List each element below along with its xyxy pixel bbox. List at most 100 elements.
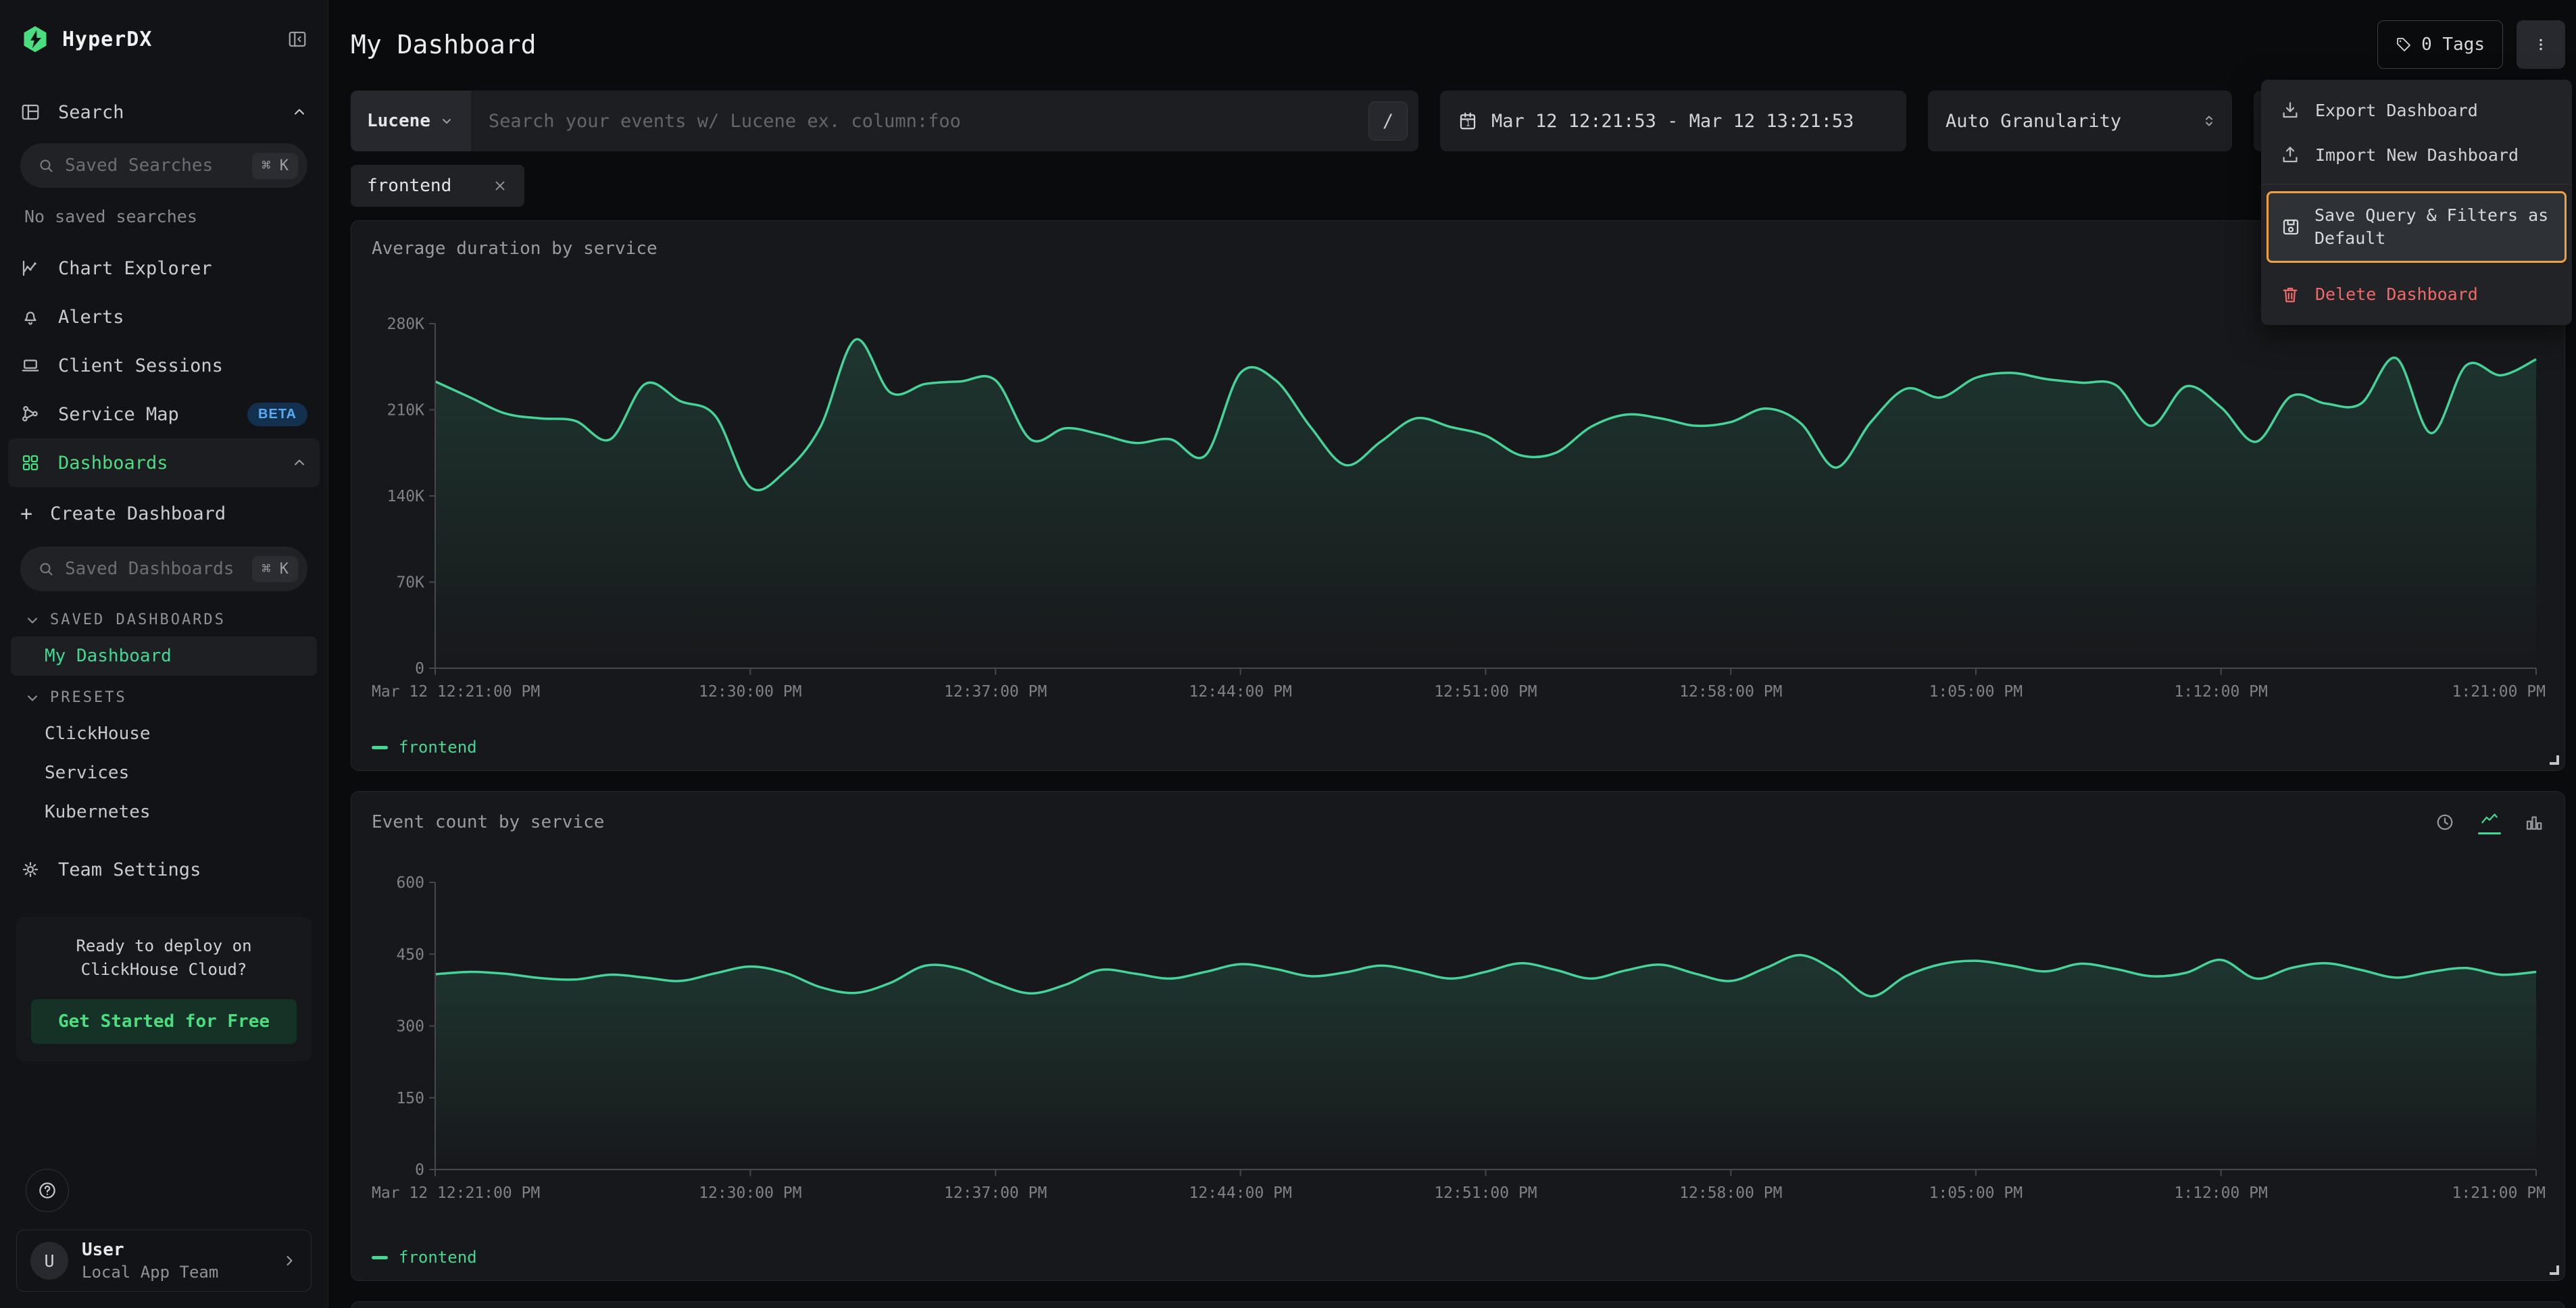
shortcut-badge: ⌘ K [252, 556, 298, 582]
svg-text:Mar 12 12:21:00 PM: Mar 12 12:21:00 PM [372, 683, 540, 701]
menu-item-import-dashboard[interactable]: Import New Dashboard [2261, 132, 2572, 177]
sidebar-item-label: Dashboards [58, 453, 274, 474]
menu-item-label: Delete Dashboard [2315, 284, 2478, 304]
active-filters-row: frontend [351, 165, 2565, 207]
svg-text:150: 150 [396, 1090, 424, 1107]
legend-swatch [372, 746, 388, 749]
svg-text:12:44:00 PM: 12:44:00 PM [1189, 1184, 1292, 1202]
sidebar-collapse-button[interactable] [287, 29, 307, 49]
time-range-icon-button[interactable] [2435, 812, 2455, 832]
line-chart-toggle-button[interactable] [2478, 809, 2501, 834]
event-search-input[interactable]: Search your events w/ Lucene ex. column:… [471, 111, 1368, 132]
clickhouse-promo-card: Ready to deploy on ClickHouse Cloud? Get… [16, 917, 312, 1061]
query-language-label: Lucene [367, 111, 430, 131]
kebab-icon [2533, 36, 2549, 53]
panel-resize-handle[interactable] [2550, 755, 2559, 765]
tags-button[interactable]: 0 Tags [2377, 20, 2503, 69]
filter-chip-frontend[interactable]: frontend [351, 165, 524, 207]
legend-label: frontend [399, 738, 477, 757]
promo-text: Ready to deploy on ClickHouse Cloud? [31, 934, 297, 982]
svg-text:210K: 210K [387, 402, 425, 420]
calendar-icon: 1 [1458, 111, 1478, 131]
svg-text:70K: 70K [396, 574, 424, 592]
search-icon [38, 561, 54, 577]
sidebar-item-search[interactable]: Search [0, 88, 328, 136]
user-name: User [82, 1240, 268, 1260]
chip-label: frontend [367, 176, 451, 196]
preset-item-services[interactable]: Services [0, 753, 328, 793]
svg-text:12:37:00 PM: 12:37:00 PM [944, 683, 1047, 701]
page-title: My Dashboard [351, 30, 2377, 59]
query-language-select[interactable]: Lucene [351, 91, 471, 151]
sidebar: HyperDX Search Saved Searches ⌘ K No sav… [0, 0, 328, 1308]
preset-item-kubernetes[interactable]: Kubernetes [0, 793, 328, 832]
gear-icon [20, 859, 41, 880]
preset-label: Kubernetes [45, 802, 151, 822]
sidebar-bottom: U User Local App Team [0, 1169, 328, 1292]
close-icon [492, 178, 508, 194]
section-label: PRESETS [50, 689, 127, 706]
svg-text:1:12:00 PM: 1:12:00 PM [2174, 683, 2267, 701]
chart-legend[interactable]: frontend [351, 1244, 2565, 1280]
preset-item-clickhouse[interactable]: ClickHouse [0, 714, 328, 753]
chevron-down-icon [24, 690, 41, 706]
app-root: HyperDX Search Saved Searches ⌘ K No sav… [0, 0, 2576, 1308]
panel-resize-handle[interactable] [2550, 1265, 2559, 1275]
get-started-button[interactable]: Get Started for Free [31, 999, 297, 1044]
granularity-select[interactable]: Auto Granularity [1928, 91, 2232, 151]
user-menu[interactable]: U User Local App Team [16, 1230, 312, 1292]
preset-label: Services [45, 763, 129, 783]
beta-badge: BETA [247, 403, 307, 426]
sidebar-item-label: Search [58, 102, 274, 123]
chip-close-icon[interactable] [492, 178, 508, 194]
dashboards-grid-icon [20, 453, 41, 473]
bell-icon [20, 307, 41, 327]
line-chart-event-count[interactable]: 6004503001500Mar 12 12:21:00 PM12:30:00 … [368, 838, 2548, 1207]
saved-dashboards-placeholder: Saved Dashboards [65, 559, 241, 579]
svg-text:0: 0 [415, 660, 424, 678]
laptop-icon [20, 355, 41, 376]
svg-text:12:37:00 PM: 12:37:00 PM [944, 1184, 1047, 1202]
shortcut-badge: ⌘ K [252, 153, 298, 179]
bar-chart-toggle-button[interactable] [2524, 812, 2544, 832]
menu-item-save-default[interactable]: Save Query & Filters as Default [2267, 191, 2567, 263]
menu-item-delete-dashboard[interactable]: Delete Dashboard [2261, 272, 2572, 317]
preset-label: ClickHouse [45, 724, 151, 744]
clock-icon [2435, 812, 2455, 832]
help-button[interactable] [26, 1169, 69, 1212]
create-dashboard-button[interactable]: + Create Dashboard [0, 487, 328, 540]
dashboard-menu-button[interactable] [2517, 20, 2565, 69]
event-searchbar[interactable]: Lucene Search your events w/ Lucene ex. … [351, 91, 1418, 151]
granularity-label: Auto Granularity [1946, 111, 2201, 132]
trash-icon [2280, 284, 2300, 305]
sidebar-item-client-sessions[interactable]: Client Sessions [0, 341, 328, 390]
saved-searches-input[interactable]: Saved Searches ⌘ K [20, 143, 307, 188]
sidebar-item-dashboards[interactable]: Dashboards [8, 438, 320, 487]
dashboard-actions-menu: Export Dashboard Import New Dashboard Sa… [2261, 80, 2572, 325]
legend-swatch [372, 1256, 388, 1259]
chart-legend[interactable]: frontend [351, 734, 2565, 770]
sidebar-item-chart-explorer[interactable]: Chart Explorer [0, 244, 328, 293]
search-icon [38, 157, 54, 174]
menu-item-export-dashboard[interactable]: Export Dashboard [2261, 88, 2572, 132]
sidebar-item-team-settings[interactable]: Team Settings [0, 845, 328, 894]
section-presets[interactable]: PRESETS [0, 676, 328, 714]
sidebar-item-alerts[interactable]: Alerts [0, 293, 328, 341]
active-underline [2478, 832, 2501, 834]
date-range-picker[interactable]: 1 Mar 12 12:21:53 - Mar 12 13:21:53 [1440, 91, 1906, 151]
saved-dashboards-input[interactable]: Saved Dashboards ⌘ K [20, 547, 307, 591]
panel-collapse-icon [287, 29, 307, 49]
sidebar-item-service-map[interactable]: Service Map BETA [0, 390, 328, 438]
logo-row: HyperDX [0, 18, 328, 61]
save-icon [2281, 217, 2301, 237]
sidebar-item-my-dashboard[interactable]: My Dashboard [11, 636, 317, 676]
section-saved-dashboards[interactable]: SAVED DASHBOARDS [0, 598, 328, 636]
sidebar-nav: Search Saved Searches ⌘ K No saved searc… [0, 88, 328, 894]
svg-text:1:21:00 PM: 1:21:00 PM [2452, 683, 2546, 701]
svg-text:1:05:00 PM: 1:05:00 PM [1929, 1184, 2023, 1202]
menu-item-label: Import New Dashboard [2315, 145, 2519, 165]
filter-row: Lucene Search your events w/ Lucene ex. … [351, 91, 2565, 151]
chart-title: Average duration by service [372, 238, 2544, 259]
chart-tools [2435, 809, 2544, 834]
line-chart-avg-duration[interactable]: 280K210K140K70K0Mar 12 12:21:00 PM12:30:… [368, 263, 2548, 705]
